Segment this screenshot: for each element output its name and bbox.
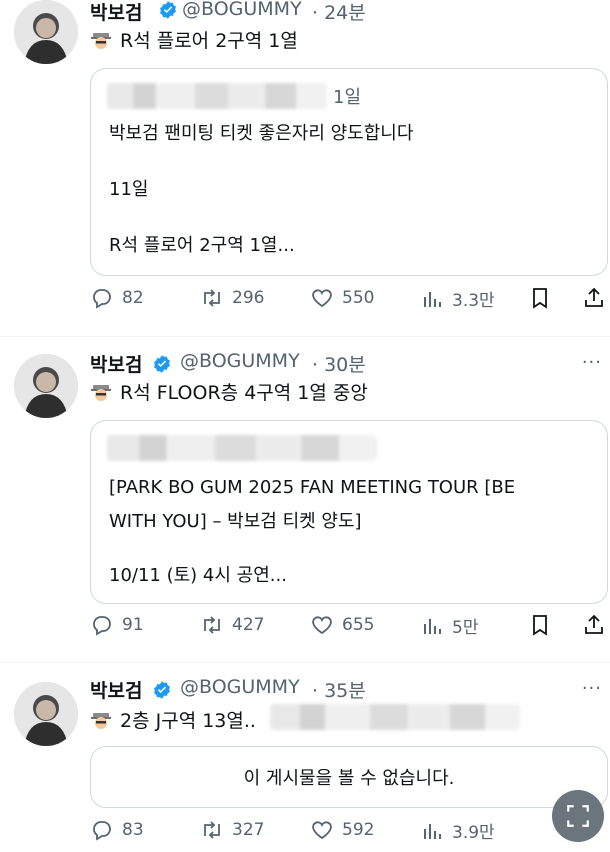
tweet-text: R석 FLOOR층 4구역 1열 중앙: [90, 378, 368, 405]
tweet-time[interactable]: · 30분: [312, 350, 366, 377]
repost-icon: [204, 289, 220, 307]
like-button[interactable]: 655: [310, 613, 374, 637]
share-icon: [585, 614, 603, 634]
blurred-quote-author: [107, 435, 377, 461]
like-button[interactable]: 592: [310, 818, 374, 842]
blurred-quote-author: [107, 83, 327, 109]
quoted-tweet-unavailable: 이 게시물을 볼 수 없습니다.: [90, 746, 608, 808]
reply-icon: [93, 616, 111, 636]
author-name[interactable]: 박보검: [90, 676, 142, 703]
tweet-actions: 91 427 655 5만: [90, 613, 610, 643]
avatar[interactable]: [14, 0, 78, 64]
repost-count: 327: [232, 820, 265, 840]
spy-emoji-icon: [91, 32, 111, 49]
unavailable-notice: 이 게시물을 볼 수 없습니다.: [243, 768, 455, 789]
scan-icon: [567, 805, 589, 827]
blurred-tweet-text: [270, 704, 520, 730]
reply-count: 82: [122, 288, 144, 308]
reply-button[interactable]: 91: [90, 613, 144, 637]
verified-badge-icon: [160, 1, 176, 19]
repost-count: 296: [232, 288, 265, 308]
bookmark-button[interactable]: [528, 613, 560, 637]
tweet-actions: 82 296 550 3.3만: [90, 286, 610, 316]
quote-text-line: 10/11 (토) 4시 공연...: [109, 565, 287, 586]
tweet-text-content: 2층 J구역 13열..: [120, 710, 256, 732]
reply-icon: [93, 289, 111, 309]
repost-count: 427: [232, 615, 265, 635]
tweet-text-content: R석 FLOOR층 4구역 1열 중앙: [120, 382, 368, 404]
repost-button[interactable]: 296: [200, 286, 264, 310]
views-button[interactable]: 5만: [420, 613, 478, 638]
tweet-text: 2층 J구역 13열..: [90, 706, 256, 733]
tweet-actions: 83 327 592 3.9만: [90, 818, 610, 848]
like-icon: [312, 616, 332, 635]
views-count: 3.9만: [452, 823, 495, 843]
repost-icon: [204, 616, 220, 634]
quoted-tweet[interactable]: [PARK BO GUM 2025 FAN MEETING TOUR [BE W…: [90, 420, 608, 604]
views-button[interactable]: 3.3만: [420, 286, 495, 311]
quote-time: 1일: [333, 87, 362, 108]
like-icon: [312, 289, 332, 308]
reply-button[interactable]: 82: [90, 286, 144, 310]
tweet-time[interactable]: · 24분: [312, 0, 366, 25]
views-button[interactable]: 3.9만: [420, 818, 495, 843]
tweet-1[interactable]: 박보검 @BOGUMMY · 24분 R석 플로어 2구역 1열 1일 박보검 …: [0, 0, 610, 336]
views-icon: [424, 291, 441, 307]
views-count: 5만: [452, 618, 479, 638]
more-icon[interactable]: ···: [582, 678, 602, 699]
quote-text-line: [PARK BO GUM 2025 FAN MEETING TOUR [BE: [109, 477, 516, 498]
avatar[interactable]: [14, 354, 78, 418]
verified-badge-icon: [154, 355, 170, 373]
reply-count: 83: [122, 820, 144, 840]
views-icon: [424, 823, 441, 839]
views-icon: [424, 618, 441, 634]
quoted-tweet[interactable]: 1일 박보검 팬미팅 티켓 좋은자리 양도합니다 11일 R석 플로어 2구역 …: [90, 68, 608, 276]
author-handle[interactable]: @BOGUMMY: [182, 0, 302, 20]
verified-badge-icon: [154, 681, 170, 699]
tweet-2[interactable]: 박보검 @BOGUMMY · 30분 ··· R석 FLOOR층 4구역 1열 …: [0, 336, 610, 662]
bookmark-button[interactable]: [528, 286, 560, 310]
like-icon: [312, 821, 332, 840]
reply-icon: [93, 821, 111, 841]
repost-button[interactable]: 427: [200, 613, 264, 637]
reply-count: 91: [122, 615, 144, 635]
repost-icon: [204, 821, 220, 839]
repost-button[interactable]: 327: [200, 818, 264, 842]
share-button[interactable]: [582, 613, 610, 637]
author-handle[interactable]: @BOGUMMY: [180, 350, 300, 372]
spy-emoji-icon: [91, 384, 111, 401]
share-button[interactable]: [582, 286, 610, 310]
bookmark-icon: [533, 615, 547, 636]
bookmark-icon: [533, 288, 547, 309]
like-count: 592: [342, 820, 375, 840]
share-icon: [585, 287, 603, 307]
like-button[interactable]: 550: [310, 286, 374, 310]
tweet-text-content: R석 플로어 2구역 1열: [120, 30, 298, 52]
like-count: 655: [342, 615, 375, 635]
author-name[interactable]: 박보검: [90, 0, 142, 25]
tweet-time[interactable]: · 35분: [312, 676, 366, 703]
scan-button[interactable]: [552, 790, 604, 842]
views-count: 3.3만: [452, 291, 495, 311]
quote-text-line: 11일: [109, 179, 149, 200]
tweet-3[interactable]: 박보검 @BOGUMMY · 35분 ··· 2층 J구역 13열.. 이 게시…: [0, 662, 610, 852]
quote-text-line: WITH YOU] – 박보검 티켓 양도]: [109, 511, 362, 532]
reply-button[interactable]: 83: [90, 818, 144, 842]
quote-text-line: 박보검 팬미팅 티켓 좋은자리 양도합니다: [109, 123, 414, 144]
avatar[interactable]: [14, 682, 78, 746]
like-count: 550: [342, 288, 375, 308]
tweet-text: R석 플로어 2구역 1열: [90, 26, 298, 53]
author-handle[interactable]: @BOGUMMY: [180, 676, 300, 698]
spy-emoji-icon: [91, 712, 111, 729]
more-icon[interactable]: ···: [582, 352, 602, 373]
author-name[interactable]: 박보검: [90, 350, 142, 377]
quote-text-line: R석 플로어 2구역 1열...: [109, 235, 295, 256]
